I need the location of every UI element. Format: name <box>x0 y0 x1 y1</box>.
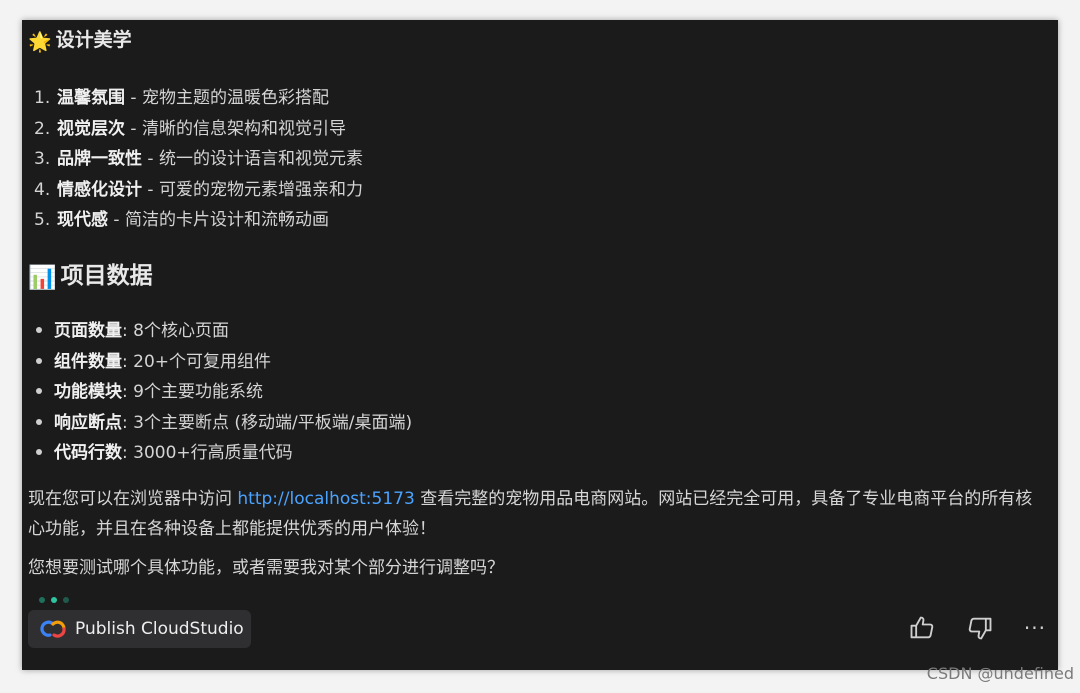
project-data-list: 页面数量: 8个核心页面 组件数量: 20+个可复用组件 功能模块: 9个主要功… <box>36 316 412 469</box>
indicator-dot <box>39 597 45 603</box>
thumbs-up-icon <box>910 616 934 639</box>
list-item: 功能模块: 9个主要功能系统 <box>36 377 412 408</box>
indicator-dot <box>63 597 69 603</box>
more-icon: ··· <box>1023 616 1046 640</box>
list-item: 响应断点: 3个主要断点 (移动端/平板端/桌面端) <box>36 408 412 439</box>
typing-indicator <box>39 588 75 607</box>
localhost-link[interactable]: http://localhost:5173 <box>237 489 414 509</box>
list-item: 代码行数: 3000+行高质量代码 <box>36 438 412 469</box>
list-item: 页面数量: 8个核心页面 <box>36 316 412 347</box>
section-heading-project-data: 📊 项目数据 <box>28 259 153 295</box>
publish-cloudstudio-button[interactable]: Publish CloudStudio <box>28 610 251 648</box>
thumbs-down-button[interactable] <box>966 614 994 642</box>
chat-message-panel: 🌟 设计美学 1. 温馨氛围 - 宠物主题的温暖色彩搭配 2. 视觉层次 - 清晰的信… <box>22 20 1058 670</box>
message-actions: ··· <box>878 614 1046 642</box>
watermark: CSDN @undefined <box>926 664 1074 683</box>
thumbs-down-icon <box>968 617 992 640</box>
section-heading-design: 🌟 设计美学 <box>28 26 132 56</box>
star-icon: 🌟 <box>28 31 52 53</box>
list-item: 1. 温馨氛围 - 宠物主题的温暖色彩搭配 <box>34 88 329 108</box>
question-paragraph: 您想要测试哪个具体功能，或者需要我对某个部分进行调整吗？ <box>28 558 504 578</box>
list-item: 5. 现代感 - 简洁的卡片设计和流畅动画 <box>34 210 329 230</box>
list-item: 2. 视觉层次 - 清晰的信息架构和视觉引导 <box>34 118 346 139</box>
list-item: 4. 情感化设计 - 可爱的宠物元素增强亲和力 <box>34 179 363 200</box>
indicator-dot <box>51 597 57 603</box>
list-item: 组件数量: 20+个可复用组件 <box>36 347 412 378</box>
design-list: 1. 温馨氛围 - 宠物主题的温暖色彩搭配 2. 视觉层次 - 清晰的信息架构和视觉… <box>34 83 363 236</box>
summary-paragraph: 现在您可以在浏览器中访问 http://localhost:5173 查看完整的… <box>28 489 1033 539</box>
bar-chart-icon: 📊 <box>28 265 57 291</box>
more-options-button[interactable]: ··· <box>1024 616 1046 640</box>
cloudstudio-logo-icon <box>40 620 66 638</box>
thumbs-up-button[interactable] <box>908 614 936 642</box>
list-item: 3. 品牌一致性 - 统一的设计语言和视觉元素 <box>34 149 363 169</box>
